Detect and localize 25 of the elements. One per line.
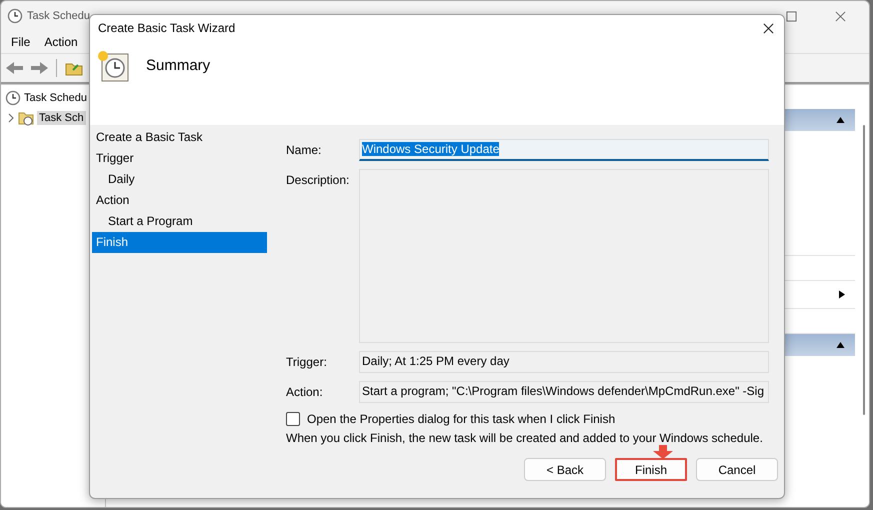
field-label: Name:	[286, 142, 322, 159]
step-item[interactable]: Start a Program	[92, 211, 267, 232]
menu-item[interactable]: Action	[44, 35, 78, 49]
wizard-button[interactable]: < Back	[524, 458, 606, 481]
tree-item[interactable]: Task Schedu	[24, 92, 87, 104]
info-text: When you click Finish, the new task will be created and added to your Windows schedule.	[286, 431, 764, 445]
tree-item[interactable]: Task Sch	[37, 111, 86, 125]
field-label: Description:	[286, 172, 350, 189]
step-item[interactable]: Trigger	[92, 148, 267, 169]
page-heading: Summary	[146, 57, 210, 74]
field-label: Trigger:	[286, 354, 328, 371]
window-title: Task Schedu	[27, 10, 90, 22]
field-label: Action:	[286, 384, 324, 401]
wizard-button[interactable]: Cancel	[696, 458, 778, 481]
readonly-field[interactable]: Start a program; "C:\Program files\Windows defender\MpCmdRun.exe" -Sig	[359, 381, 769, 403]
step-item[interactable]: Action	[92, 190, 267, 211]
wizard-button[interactable]: Finish	[615, 458, 687, 481]
step-item[interactable]: Finish	[92, 232, 267, 253]
menu-item[interactable]: File	[11, 35, 30, 49]
step-item[interactable]: Create a Basic Task	[92, 127, 267, 148]
dialog-title: Create Basic Task Wizard	[98, 21, 236, 35]
checkbox-label: Open the Properties dialog for this task when I click Finish	[307, 412, 616, 426]
readonly-field[interactable]: Daily; At 1:25 PM every day	[359, 351, 769, 373]
step-item[interactable]: Daily	[92, 169, 267, 190]
name-field[interactable]: Windows Security Update	[359, 139, 769, 161]
